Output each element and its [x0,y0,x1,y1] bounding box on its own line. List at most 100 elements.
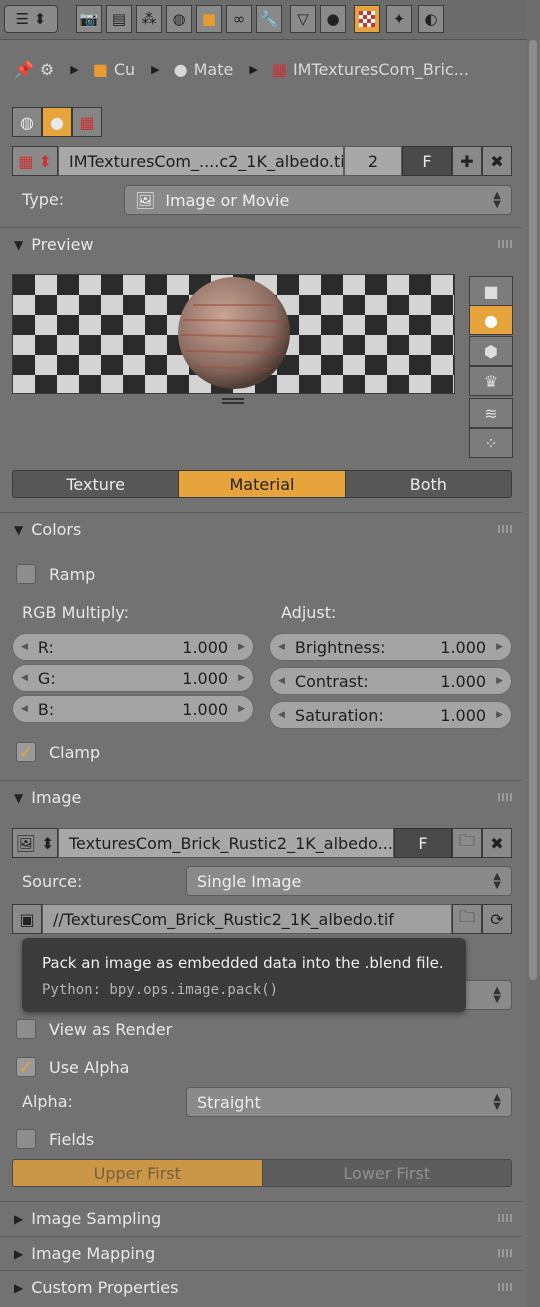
texture-browse-button[interactable]: ▦ ⬍ [12,146,58,176]
image-mapping-panel-header[interactable]: ▶ Image Mapping [0,1236,522,1270]
constraints-tab[interactable]: ∞ [226,5,252,33]
particles-tab[interactable]: ✦ [386,5,412,33]
tooltip-text: Pack an image as embedded data into the … [42,954,444,972]
tab-both[interactable]: Both [345,471,511,497]
decrement-arrow-icon[interactable]: ◀ [278,676,285,686]
object-cube-icon: ■ [201,10,217,28]
view-as-render-checkbox[interactable] [16,1019,36,1039]
material-tab[interactable]: ● [320,5,346,33]
clamp-checkbox[interactable]: ✓ [16,742,36,763]
texture-tab[interactable] [354,5,380,33]
clamp-checkbox-row[interactable]: ✓ Clamp [16,742,100,763]
alpha-dropdown[interactable]: Straight ▲ ▼ [186,1087,512,1117]
pin-icon[interactable]: 📌 [14,60,34,79]
ramp-checkbox[interactable] [16,564,36,584]
breadcrumb-arrow-icon: ▶ [151,62,160,76]
g-multiply-field[interactable]: ◀ G: 1.000 ▶ [12,664,254,692]
contrast-field[interactable]: ◀ Contrast: 1.000 ▶ [269,667,512,695]
unlink-texture-button[interactable]: ✖ [482,146,512,176]
image-sampling-panel-header[interactable]: ▶ Image Sampling [0,1201,522,1235]
data-tab[interactable]: ▽ [290,5,316,33]
decrement-arrow-icon[interactable]: ◀ [21,673,28,683]
reload-image-button[interactable]: ⟳ [482,904,512,934]
new-texture-button[interactable]: ✚ [452,146,482,176]
fields-row[interactable]: Fields [16,1129,94,1149]
material-texture-button[interactable]: ● [42,107,72,137]
decrement-arrow-icon[interactable]: ◀ [21,704,28,714]
b-label: B: [37,699,55,719]
editor-type-dropdown[interactable]: ☰ ⬍ [4,5,58,33]
scene-tab[interactable]: ⁂ [136,5,162,33]
drag-grip-icon[interactable] [498,525,512,533]
source-dropdown[interactable]: Single Image ▲ ▼ [186,866,512,896]
image-filepath-field[interactable]: //TexturesCom_Brick_Rustic2_1K_albedo.ti… [42,904,452,934]
tab-texture[interactable]: Texture [13,471,180,497]
open-image-button[interactable]: 🗀 [452,828,482,858]
texture-users-count[interactable]: 2 [344,146,402,176]
decrement-arrow-icon[interactable]: ◀ [278,710,285,720]
pack-image-button[interactable]: ▣ [12,904,42,934]
other-texture-button[interactable]: ▦ [72,107,102,137]
preview-panel-header[interactable]: ▼ Preview [0,227,522,261]
image-browse-button[interactable]: 🖼 ⬍ [12,828,58,858]
unlink-image-button[interactable]: ✖ [482,828,512,858]
plane-icon: ■ [483,281,499,301]
modifiers-tab[interactable]: 🔧 [256,5,282,33]
preview-mode-tabs: Texture Material Both [12,470,512,498]
tab-upper-first[interactable]: Upper First [13,1160,263,1186]
decrement-arrow-icon[interactable]: ◀ [278,642,285,652]
preview-resize-handle[interactable] [222,398,244,404]
drag-grip-icon[interactable] [498,240,512,248]
expand-triangle-icon: ▶ [14,1246,24,1261]
drag-grip-icon[interactable] [498,1214,512,1222]
increment-arrow-icon[interactable]: ▶ [238,642,245,652]
ramp-checkbox-row[interactable]: Ramp [16,564,95,584]
preview-monkey-button[interactable]: ♛ [469,366,513,396]
physics-tab[interactable]: ◐ [418,5,444,33]
fields-checkbox[interactable] [16,1129,36,1149]
render-tab[interactable]: 📷 [76,5,102,33]
texture-name-field[interactable]: IMTexturesCom_....c2_1K_albedo.tif [58,146,344,176]
preview-panel-title: Preview [31,235,94,254]
brightness-field[interactable]: ◀ Brightness: 1.000 ▶ [269,633,512,661]
browse-filepath-button[interactable]: 🗀 [452,904,482,934]
image-fake-user-button[interactable]: F [394,828,452,858]
custom-properties-panel-header[interactable]: ▶ Custom Properties [0,1270,522,1304]
drag-grip-icon[interactable] [498,1249,512,1257]
tab-material[interactable]: Material [179,471,346,497]
preview-cube-button[interactable]: ⬢ [469,336,513,366]
drag-grip-icon[interactable] [498,793,512,801]
world-tab[interactable]: ◍ [166,5,192,33]
world-texture-button[interactable]: ◍ [12,107,42,137]
tab-lower-first[interactable]: Lower First [262,1160,511,1186]
colors-panel-header[interactable]: ▼ Colors [0,512,522,546]
use-alpha-checkbox[interactable]: ✓ [16,1057,36,1078]
render-layers-tab[interactable]: ▤ [106,5,132,33]
vertex-data-icon: ▽ [297,10,309,28]
increment-arrow-icon[interactable]: ▶ [238,704,245,714]
fake-user-button[interactable]: F [402,146,452,176]
b-multiply-field[interactable]: ◀ B: 1.000 ▶ [12,695,254,723]
image-name-field[interactable]: TexturesCom_Brick_Rustic2_1K_albedo.... [58,828,394,858]
preview-sphere-button[interactable]: ● [469,305,513,335]
use-alpha-row[interactable]: ✓ Use Alpha [16,1057,129,1078]
hair-icon: ≋ [484,403,498,423]
increment-arrow-icon[interactable]: ▶ [238,673,245,683]
scrollbar-thumb[interactable] [529,40,537,980]
preview-flat-button[interactable]: ■ [469,276,513,306]
increment-arrow-icon[interactable]: ▶ [496,710,503,720]
collapse-triangle-icon: ▼ [14,522,24,537]
monkey-icon: ♛ [483,371,499,391]
increment-arrow-icon[interactable]: ▶ [496,676,503,686]
decrement-arrow-icon[interactable]: ◀ [21,642,28,652]
increment-arrow-icon[interactable]: ▶ [496,642,503,652]
image-panel-header[interactable]: ▼ Image [0,780,522,814]
drag-grip-icon[interactable] [498,1283,512,1291]
type-dropdown[interactable]: 🖼 Image or Movie ▲ ▼ [124,185,512,215]
preview-sphere-monster-button[interactable]: ⁘ [469,428,513,458]
preview-hair-button[interactable]: ≋ [469,398,513,428]
saturation-field[interactable]: ◀ Saturation: 1.000 ▶ [269,701,512,729]
view-as-render-row[interactable]: View as Render [16,1019,172,1039]
r-multiply-field[interactable]: ◀ R: 1.000 ▶ [12,633,254,661]
object-tab[interactable]: ■ [196,5,222,33]
